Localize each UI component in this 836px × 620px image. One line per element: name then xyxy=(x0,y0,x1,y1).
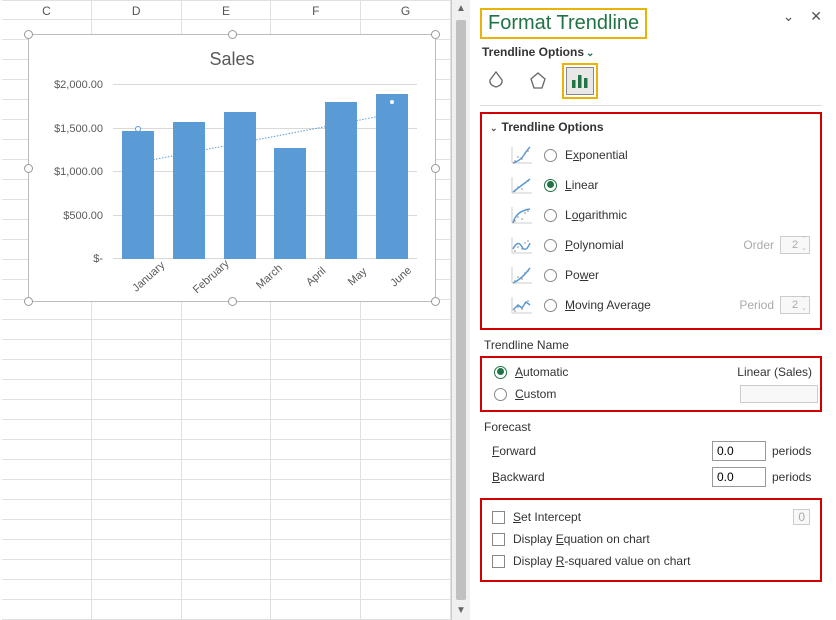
column-headers: C D E F G xyxy=(2,0,451,20)
spreadsheet-area: C D E F G Sales $-$500.00$1,000.00$1,500… xyxy=(0,0,452,620)
resize-handle[interactable] xyxy=(431,164,440,173)
sub-menu-trendline-options[interactable]: Trendline Options⌄ xyxy=(482,45,820,59)
resize-handle[interactable] xyxy=(24,164,33,173)
trend-power-icon xyxy=(508,264,536,286)
forward-label: Forward xyxy=(492,444,536,458)
periods-label: periods xyxy=(772,444,818,458)
display-r2-label: Display R-squared value on chart xyxy=(513,554,690,568)
display-options-section: Set Intercept 0 Display Equation on char… xyxy=(480,498,822,582)
name-automatic-value: Linear (Sales) xyxy=(737,365,818,379)
resize-handle[interactable] xyxy=(431,297,440,306)
trend-linear-icon xyxy=(508,174,536,196)
intercept-input: 0 xyxy=(793,509,810,525)
bar[interactable] xyxy=(325,102,357,259)
col-header[interactable]: E xyxy=(182,0,272,20)
trend-moving-label: Moving Average xyxy=(565,298,651,312)
display-equation-checkbox[interactable] xyxy=(492,533,505,546)
vertical-scrollbar[interactable]: ▲ ▼ xyxy=(452,0,470,620)
set-intercept-label: Set Intercept xyxy=(513,510,581,524)
bar[interactable] xyxy=(274,148,306,259)
trend-moving-radio[interactable] xyxy=(544,299,557,312)
scroll-down-icon[interactable]: ▼ xyxy=(455,605,467,617)
trend-polynomial-label: Polynomial xyxy=(565,238,624,252)
close-icon[interactable]: ✕ xyxy=(810,8,822,24)
scroll-up-icon[interactable]: ▲ xyxy=(455,3,467,15)
trend-logarithmic-label: Logarithmic xyxy=(565,208,627,222)
name-custom-input[interactable] xyxy=(740,385,818,403)
format-trendline-panel: Format Trendline ⌄ ✕ Trendline Options⌄ … xyxy=(470,0,836,620)
trend-exponential-radio[interactable] xyxy=(544,149,557,162)
collapse-icon[interactable]: ⌄ xyxy=(783,8,795,24)
resize-handle[interactable] xyxy=(24,297,33,306)
backward-input[interactable] xyxy=(712,467,766,487)
trendline-options-icon[interactable] xyxy=(566,67,594,95)
display-equation-label: Display Equation on chart xyxy=(513,532,650,546)
trend-logarithmic-icon xyxy=(508,204,536,226)
resize-handle[interactable] xyxy=(228,30,237,39)
trend-power-radio[interactable] xyxy=(544,269,557,282)
forward-input[interactable] xyxy=(712,441,766,461)
trend-moving-icon xyxy=(508,294,536,316)
display-r2-checkbox[interactable] xyxy=(492,555,505,568)
trend-exponential-label: Exponential xyxy=(565,148,628,162)
name-custom-label: Custom xyxy=(515,387,556,401)
resize-handle[interactable] xyxy=(431,30,440,39)
name-automatic-radio[interactable] xyxy=(494,366,507,379)
col-header[interactable]: G xyxy=(361,0,451,20)
x-axis: JanuaryFebruaryMarchAprilMayJune xyxy=(113,261,417,301)
plot-area: $-$500.00$1,000.00$1,500.00$2,000.00 Jan… xyxy=(43,85,421,259)
trendline-name-section: Automatic Linear (Sales) Custom xyxy=(480,356,822,412)
trend-polynomial-radio[interactable] xyxy=(544,239,557,252)
fill-line-icon[interactable] xyxy=(482,67,510,95)
trendline-type-section: ⌄Trendline Options Exponential Linear Loga… xyxy=(480,112,822,330)
y-axis: $-$500.00$1,000.00$1,500.00$2,000.00 xyxy=(43,85,109,259)
forecast-label: Forecast xyxy=(484,420,818,434)
bar[interactable] xyxy=(122,131,154,259)
trend-polynomial-icon xyxy=(508,234,536,256)
trend-power-label: Power xyxy=(565,268,599,282)
panel-tab-icons xyxy=(482,67,820,95)
col-header[interactable]: F xyxy=(271,0,361,20)
effects-icon[interactable] xyxy=(524,67,552,95)
panel-title: Format Trendline xyxy=(480,8,647,39)
name-custom-radio[interactable] xyxy=(494,388,507,401)
resize-handle[interactable] xyxy=(24,30,33,39)
bar[interactable] xyxy=(376,94,408,259)
bar[interactable] xyxy=(173,122,205,259)
trend-linear-radio[interactable] xyxy=(544,179,557,192)
trend-linear-label: Linear xyxy=(565,178,598,192)
col-header[interactable]: C xyxy=(2,0,92,20)
name-automatic-label: Automatic xyxy=(515,365,568,379)
set-intercept-checkbox[interactable] xyxy=(492,511,505,524)
section-header[interactable]: ⌄Trendline Options xyxy=(490,120,812,134)
col-header[interactable]: D xyxy=(92,0,182,20)
periods-label: periods xyxy=(772,470,818,484)
scroll-thumb[interactable] xyxy=(456,20,466,600)
chart-inner xyxy=(113,85,417,259)
chart-object[interactable]: Sales $-$500.00$1,000.00$1,500.00$2,000.… xyxy=(28,34,436,302)
trendline-name-label: Trendline Name xyxy=(484,338,818,352)
trend-exponential-icon xyxy=(508,144,536,166)
bar[interactable] xyxy=(224,112,256,259)
backward-label: Backward xyxy=(492,470,545,484)
chart-title[interactable]: Sales xyxy=(29,35,435,78)
trend-logarithmic-radio[interactable] xyxy=(544,209,557,222)
